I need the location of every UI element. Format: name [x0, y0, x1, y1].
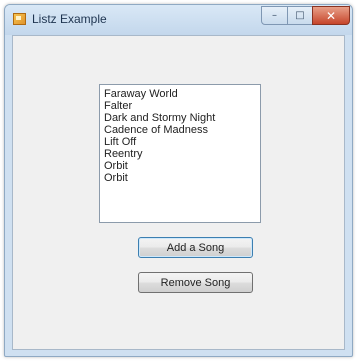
list-item[interactable]: Falter — [104, 100, 256, 112]
list-item[interactable]: Dark and Stormy Night — [104, 112, 256, 124]
client-area: Faraway World Falter Dark and Stormy Nig… — [12, 35, 345, 350]
list-item[interactable]: Lift Off — [104, 136, 256, 148]
close-button[interactable]: ✕ — [312, 6, 350, 25]
app-window: Listz Example – □ ✕ Faraway World Falter… — [4, 4, 353, 357]
song-listbox[interactable]: Faraway World Falter Dark and Stormy Nig… — [99, 84, 261, 223]
maximize-icon: □ — [295, 9, 305, 21]
list-item[interactable]: Faraway World — [104, 88, 256, 100]
add-song-button[interactable]: Add a Song — [138, 237, 253, 258]
list-item[interactable]: Orbit — [104, 160, 256, 172]
list-item[interactable]: Orbit — [104, 172, 256, 184]
close-icon: ✕ — [325, 8, 337, 23]
minimize-icon: – — [272, 9, 277, 21]
maximize-button[interactable]: □ — [287, 6, 313, 25]
window-title: Listz Example — [32, 12, 107, 26]
list-item[interactable]: Cadence of Madness — [104, 124, 256, 136]
app-icon — [13, 13, 26, 25]
minimize-button[interactable]: – — [261, 6, 288, 25]
list-item[interactable]: Reentry — [104, 148, 256, 160]
remove-song-button[interactable]: Remove Song — [138, 272, 253, 293]
title-bar[interactable]: Listz Example – □ ✕ — [5, 5, 352, 35]
